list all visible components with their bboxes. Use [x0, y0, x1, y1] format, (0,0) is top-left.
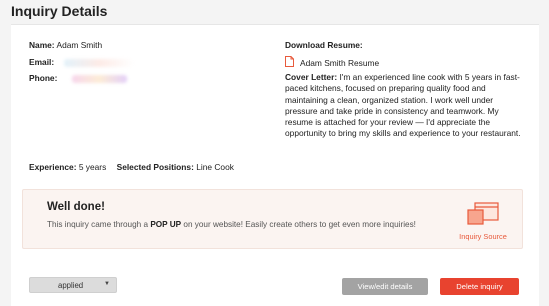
- popup-window-icon: [467, 202, 499, 231]
- experience-value: 5 years: [78, 162, 107, 172]
- notice-text-popup: POP UP: [150, 220, 182, 229]
- inquiry-card: Name: Adam Smith Email: Phone: Download …: [11, 24, 539, 306]
- download-resume-heading: Download Resume:: [285, 40, 363, 50]
- pdf-file-icon: [285, 56, 294, 69]
- notice-text-after: on your website! Easily create others to…: [183, 220, 416, 229]
- inquiry-source-notice: Well done! This inquiry came through a P…: [22, 189, 523, 249]
- notice-text-before: This inquiry came through a: [47, 220, 149, 229]
- cover-letter: Cover Letter: I'm an experienced line co…: [285, 72, 521, 140]
- page-title: Inquiry Details: [11, 3, 108, 19]
- phone-redacted: [71, 74, 127, 83]
- cover-letter-label: Cover Letter:: [285, 72, 338, 82]
- download-resume-label: Download Resume:: [285, 40, 363, 50]
- email-label: Email:: [29, 57, 55, 67]
- resume-link[interactable]: Adam Smith Resume: [285, 56, 379, 69]
- email-redacted: [64, 58, 135, 67]
- resume-file-name: Adam Smith Resume: [300, 57, 380, 68]
- positions-value: Line Cook: [196, 162, 234, 172]
- email-field: Email:: [29, 57, 135, 67]
- name-value: Adam Smith: [56, 40, 103, 50]
- notice-text: This inquiry came through a POP UP on yo…: [47, 220, 416, 229]
- notice-title: Well done!: [47, 201, 105, 213]
- phone-field: Phone:: [29, 73, 127, 83]
- experience-label: Experience:: [29, 162, 77, 172]
- status-dropdown[interactable]: applied ▼: [29, 277, 117, 293]
- status-value: applied: [58, 281, 84, 290]
- positions-label: Selected Positions:: [116, 162, 194, 172]
- view-edit-details-button[interactable]: View/edit details: [342, 278, 428, 295]
- chevron-down-icon: ▼: [104, 281, 110, 287]
- name-label: Name:: [29, 40, 55, 50]
- inquiry-source-label: Inquiry Source: [459, 232, 507, 241]
- phone-label: Phone:: [29, 73, 58, 83]
- name-field: Name: Adam Smith: [29, 40, 102, 50]
- experience-field: Experience: 5 years Selected Positions: …: [29, 162, 234, 172]
- delete-inquiry-button[interactable]: Delete inquiry: [440, 278, 519, 295]
